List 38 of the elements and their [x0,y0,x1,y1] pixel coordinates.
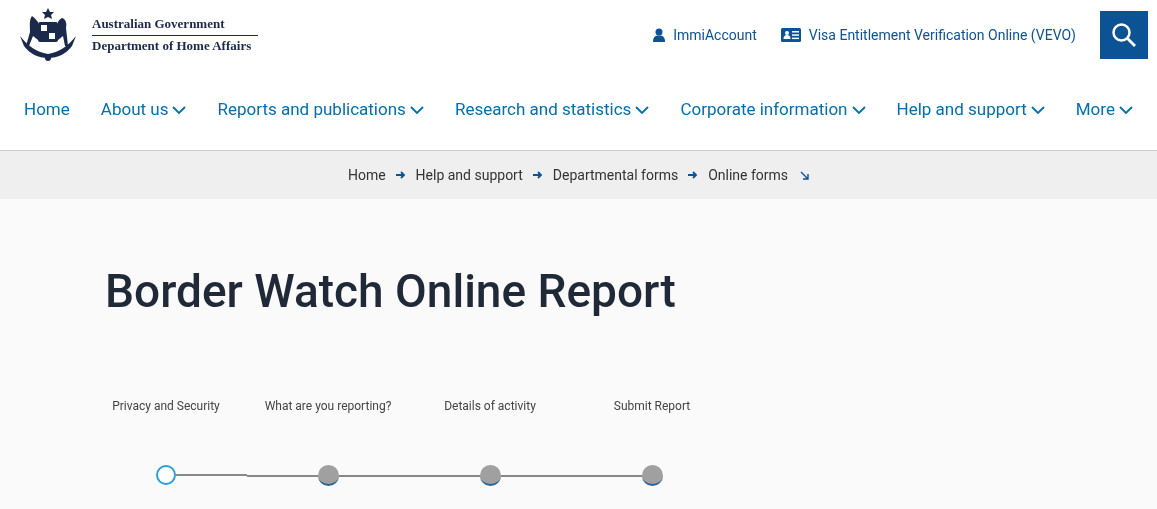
arrow-right-icon [688,170,699,180]
nav-item[interactable]: About us [100,97,187,123]
page-title: Border Watch Online Report [104,263,677,319]
chevron-down-icon [1030,105,1045,115]
nav-item[interactable]: Research and statistics [454,97,650,123]
nav-item[interactable]: Help and support [896,97,1045,123]
chevron-down-icon [172,105,187,115]
breadcrumb-link[interactable]: Online forms [708,164,789,186]
nav-item[interactable]: Home [24,97,70,123]
chevron-down-icon [409,105,424,115]
search-button[interactable] [1100,11,1148,59]
step-marker[interactable] [317,465,339,486]
step-label: Details of activity [444,398,536,415]
chevron-down-icon [851,105,866,115]
header-link[interactable]: Visa Entitlement Verification Online (VEVO) [780,24,1076,46]
search-icon [1111,22,1137,48]
breadcrumb-link[interactable]: Home [347,164,386,186]
nav-item[interactable]: More [1075,97,1133,123]
logo-text: Australian Government [92,15,258,36]
chevron-down-icon [635,105,650,115]
header-link[interactable]: ImmiAccount [653,24,757,46]
breadcrumb-link[interactable]: Help and support [415,164,523,186]
arrow-right-icon [532,170,543,180]
step-marker[interactable] [479,465,501,486]
nav-item[interactable]: Corporate information [680,97,866,123]
id-card-icon [780,28,801,42]
breadcrumb-link[interactable]: Departmental forms [552,164,679,186]
step-marker[interactable] [156,465,176,485]
step-label: Privacy and Security [112,398,220,415]
step-label: Submit Report [613,398,691,415]
arrow-right-icon [395,170,406,180]
step-label: What are you reporting? [264,398,392,415]
logo-text: Department of Home Affairs [92,37,253,55]
nav-item[interactable]: Reports and publications [217,97,424,123]
step-marker[interactable] [641,465,663,486]
person-icon [653,28,666,42]
arrow-down-right-icon [800,170,810,180]
chevron-down-icon [1118,105,1133,115]
